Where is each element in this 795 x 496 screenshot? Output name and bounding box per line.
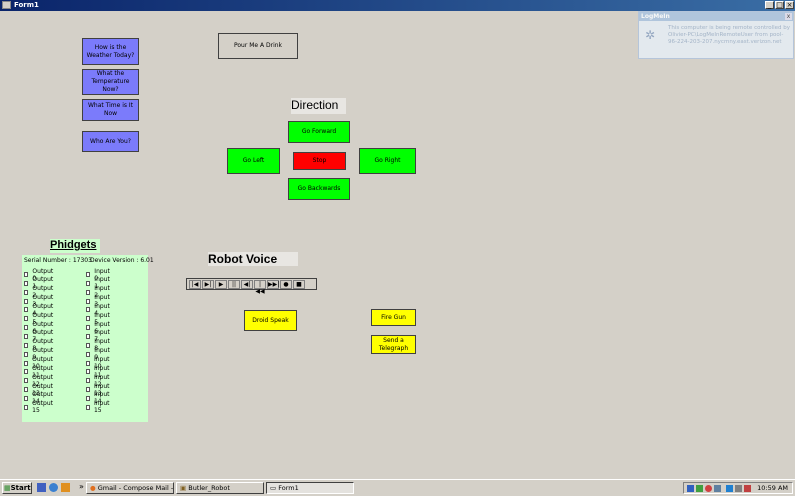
firefox-icon: ●	[90, 484, 96, 492]
checkbox[interactable]	[24, 272, 29, 277]
checkbox[interactable]	[86, 378, 90, 384]
checkbox[interactable]	[86, 333, 91, 339]
checkbox[interactable]	[24, 387, 29, 393]
go-backwards-button[interactable]: Go Backwards	[288, 178, 350, 200]
phidgets-heading: Phidgets	[50, 239, 100, 253]
media-button[interactable]: ▶	[215, 279, 227, 289]
checkbox[interactable]	[86, 289, 91, 295]
droid-speak-button[interactable]: Droid Speak	[244, 310, 297, 331]
quicklaunch-chevron[interactable]: »	[79, 482, 84, 491]
direction-heading: Direction	[291, 98, 346, 114]
checkbox[interactable]	[86, 280, 91, 286]
go-right-button[interactable]: Go Right	[359, 148, 416, 174]
checkbox[interactable]	[86, 316, 91, 322]
go-forward-button[interactable]: Go Forward	[288, 121, 350, 143]
media-button[interactable]: ■	[293, 279, 305, 289]
checkbox[interactable]	[86, 272, 91, 277]
robot-voice-heading: Robot Voice	[208, 252, 298, 266]
checkbox[interactable]	[24, 395, 29, 401]
logmein-tray-icon[interactable]	[726, 485, 733, 492]
desktop-icon[interactable]	[37, 483, 46, 492]
checkbox[interactable]	[86, 387, 90, 393]
checkbox[interactable]	[86, 351, 91, 357]
checkbox[interactable]	[86, 395, 90, 401]
who-button[interactable]: Who Are You?	[82, 131, 139, 152]
media-button[interactable]: ●	[280, 279, 292, 289]
checkbox[interactable]	[86, 298, 91, 304]
form-client-area: How is the Weather Today? What the Tempe…	[0, 11, 795, 479]
go-left-button[interactable]: Go Left	[227, 148, 280, 174]
taskbar-item-form1[interactable]: ▭ Form1	[266, 482, 354, 494]
checkbox[interactable]	[24, 404, 29, 410]
title-bar[interactable]: Form1 _ □ ×	[0, 0, 795, 11]
checkbox[interactable]	[86, 369, 90, 375]
media-button[interactable]: |◀◀	[254, 279, 266, 295]
output-checkbox-row[interactable]: Output 15	[24, 400, 54, 415]
checkbox[interactable]	[24, 342, 29, 348]
maximize-button[interactable]: □	[775, 1, 784, 9]
checkbox[interactable]	[24, 369, 29, 375]
pour-drink-button[interactable]: Pour Me A Drink	[218, 33, 298, 59]
close-button[interactable]: ×	[785, 1, 794, 9]
send-telegraph-button[interactable]: Send a Telegraph	[371, 335, 416, 354]
app-icon: ▣	[180, 484, 187, 492]
checkbox[interactable]	[24, 289, 29, 295]
fire-gun-button[interactable]: Fire Gun	[371, 309, 416, 326]
clock: 10:59 AM	[757, 484, 788, 492]
update-icon[interactable]	[744, 485, 751, 492]
minimize-button[interactable]: _	[765, 1, 774, 9]
taskbar: ▦Start » ● Gmail - Compose Mail - ai... …	[0, 479, 795, 496]
media-button[interactable]: ||	[228, 279, 240, 289]
checkbox[interactable]	[86, 325, 91, 331]
start-button[interactable]: ▦Start	[2, 482, 32, 494]
window-icon: ▭	[270, 484, 277, 492]
browser-icon[interactable]	[49, 483, 58, 492]
network-icon[interactable]	[687, 485, 694, 492]
input-label: Input 15	[93, 400, 110, 415]
stop-button[interactable]: Stop	[293, 152, 346, 170]
time-button[interactable]: What Time is It Now	[82, 99, 139, 121]
security-icon[interactable]	[696, 485, 703, 492]
checkbox[interactable]	[86, 307, 91, 313]
window-title: Form1	[14, 1, 39, 9]
logmein-notification[interactable]: LogMeIn x ✲ This computer is being remot…	[638, 11, 794, 59]
media-button[interactable]: ▶|	[202, 279, 214, 289]
windows-logo-icon: ▦	[4, 484, 11, 492]
checkbox[interactable]	[24, 298, 29, 304]
media-button[interactable]: ◀|	[241, 279, 253, 289]
checkbox[interactable]	[24, 316, 29, 322]
system-tray: 10:59 AM	[683, 482, 793, 494]
logmein-message: This computer is being remote controlled…	[668, 25, 791, 45]
taskbar-item-butler[interactable]: ▣ Butler_Robot	[176, 482, 264, 494]
media-button[interactable]: |◀	[189, 279, 201, 289]
close-icon[interactable]: x	[785, 13, 792, 20]
media-player-controls[interactable]: |◀ ▶| ▶ || ◀| |◀◀ ▶▶| ● ■	[186, 278, 317, 295]
checkbox[interactable]	[24, 280, 29, 286]
device-version-label: Device Version : 6.01	[90, 257, 154, 264]
checkbox[interactable]	[86, 342, 91, 348]
checkbox[interactable]	[24, 351, 29, 357]
checkbox[interactable]	[86, 360, 90, 366]
media-icon[interactable]	[61, 483, 70, 492]
output-label: Output 15	[32, 400, 53, 415]
taskbar-item-gmail[interactable]: ● Gmail - Compose Mail - ai...	[86, 482, 174, 494]
checkbox[interactable]	[24, 378, 29, 384]
serial-number-label: Serial Number : 17303	[24, 257, 92, 264]
volume-icon[interactable]	[735, 485, 742, 492]
checkbox[interactable]	[24, 307, 29, 313]
checkbox[interactable]	[24, 360, 29, 366]
alert-icon[interactable]	[705, 485, 712, 492]
checkbox[interactable]	[86, 404, 90, 410]
weather-button[interactable]: How is the Weather Today?	[82, 38, 139, 65]
logmein-title: LogMeIn	[641, 13, 670, 20]
display-icon[interactable]	[714, 485, 721, 492]
media-button[interactable]: ▶▶|	[267, 279, 279, 289]
temperature-button[interactable]: What the Temperature Now?	[82, 69, 139, 95]
checkbox[interactable]	[24, 325, 29, 331]
app-icon	[2, 1, 11, 9]
checkbox[interactable]	[24, 333, 29, 339]
remote-control-icon: ✲	[645, 28, 656, 42]
input-checkbox-row[interactable]: Input 15	[86, 400, 111, 415]
